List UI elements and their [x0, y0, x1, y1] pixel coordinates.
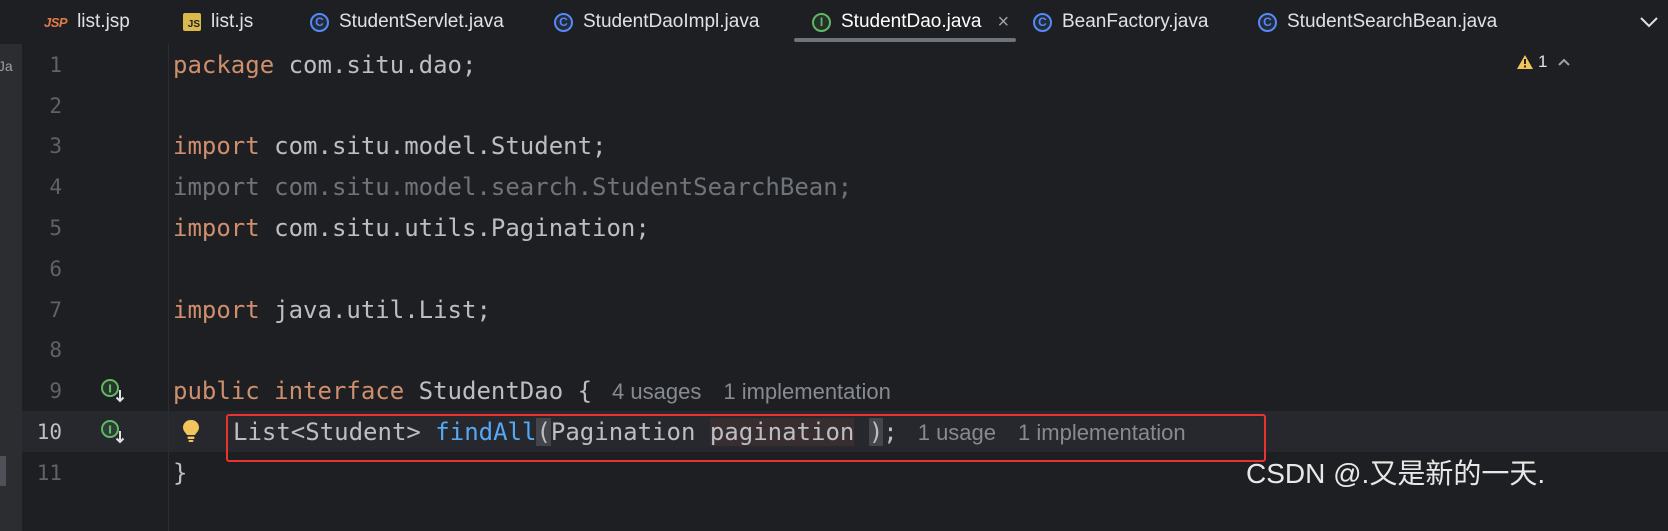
interface-declaration: StudentDao { — [404, 377, 593, 405]
code-line[interactable]: 9 I public interface StudentDao { 4 usage… — [22, 371, 1668, 411]
line-number[interactable]: 10 — [22, 420, 62, 444]
tab-list-jsp[interactable]: JSP list.jsp — [44, 0, 130, 44]
line-number[interactable]: 8 — [22, 338, 62, 362]
svg-text:I: I — [108, 424, 112, 437]
lightbulb-icon[interactable] — [180, 418, 202, 444]
code-line[interactable]: 5 import com.situ.utils.Pagination; — [22, 208, 1668, 248]
implemented-gutter-icon[interactable]: I — [100, 419, 126, 445]
import-path: java.util.List; — [259, 296, 491, 324]
code-line[interactable]: 3 import com.situ.model.Student; — [22, 126, 1668, 166]
code-line[interactable]: 1 package com.situ.dao; — [22, 45, 1668, 85]
keyword: import — [173, 296, 260, 324]
code-text: import java.util.List; — [173, 296, 491, 324]
line-number[interactable]: 9 — [22, 379, 62, 403]
js-file-icon: JS — [183, 13, 201, 31]
class-icon: C — [1033, 12, 1052, 32]
line-number[interactable]: 2 — [22, 94, 62, 118]
class-icon: C — [554, 12, 573, 32]
keyword: public — [173, 377, 260, 405]
close-icon[interactable]: × — [998, 11, 1010, 34]
tab-label: list.jsp — [77, 11, 130, 32]
active-tab-underline — [794, 38, 1016, 42]
line-number[interactable]: 5 — [22, 216, 62, 240]
interface-icon: I — [812, 12, 831, 32]
code-line[interactable]: 6 — [22, 249, 1668, 289]
tab-list-js[interactable]: JS list.js — [183, 0, 253, 44]
tabs-dropdown-button[interactable] — [1630, 0, 1668, 44]
code-line[interactable]: 4 import com.situ.model.search.StudentSe… — [22, 167, 1668, 207]
project-panel-edge: \Ja — [0, 44, 22, 531]
code-line[interactable]: 8 — [22, 330, 1668, 370]
tab-label: list.js — [211, 11, 254, 32]
line-number[interactable]: 4 — [22, 175, 62, 199]
tab-bean-factory[interactable]: C BeanFactory.java — [1033, 0, 1208, 44]
line-number[interactable]: 7 — [22, 298, 62, 322]
import-path: com.situ.model.Student; — [259, 132, 607, 160]
unused-import: import com.situ.model.search.StudentSear… — [173, 173, 853, 201]
import-path: com.situ.utils.Pagination; — [259, 214, 650, 242]
tab-label: BeanFactory.java — [1062, 11, 1209, 32]
svg-text:I: I — [108, 383, 112, 396]
code-line[interactable]: 7 import java.util.List; — [22, 290, 1668, 330]
keyword: package — [173, 51, 275, 79]
tab-student-dao-impl[interactable]: C StudentDaoImpl.java — [554, 0, 759, 44]
code-text: package com.situ.dao; — [173, 51, 476, 79]
line-number[interactable]: 11 — [22, 461, 62, 485]
code-line[interactable]: 2 — [22, 86, 1668, 126]
implemented-gutter-icon[interactable]: I — [100, 378, 126, 404]
implementations-hint[interactable]: 1 implementation — [723, 379, 891, 404]
keyword: interface — [274, 377, 405, 405]
tab-label: StudentSearchBean.java — [1287, 11, 1498, 32]
chevron-down-icon — [1640, 17, 1658, 28]
project-path-fragment: \Ja — [0, 58, 13, 74]
annotation-highlight-box — [226, 414, 1266, 462]
keyword: import — [173, 132, 260, 160]
package-name: com.situ.dao; — [274, 51, 477, 79]
closing-brace: } — [173, 459, 188, 487]
tab-student-search-bean[interactable]: C StudentSearchBean.java — [1258, 0, 1497, 44]
usages-hint[interactable]: 4 usages — [612, 379, 701, 404]
jsp-file-icon: JSP — [44, 14, 68, 30]
tab-label: StudentServlet.java — [339, 11, 504, 32]
code-text: public interface StudentDao { 4 usages 1 i… — [173, 377, 891, 405]
line-number[interactable]: 3 — [22, 134, 62, 158]
keyword: import — [173, 214, 260, 242]
line-number[interactable]: 1 — [22, 53, 62, 77]
code-text: import com.situ.utils.Pagination; — [173, 214, 650, 242]
code-text: import com.situ.model.Student; — [173, 132, 606, 160]
tab-label: StudentDao.java — [841, 11, 982, 32]
panel-scroll-mark — [0, 456, 6, 486]
tab-label: StudentDaoImpl.java — [583, 11, 760, 32]
tab-student-servlet[interactable]: C StudentServlet.java — [310, 0, 504, 44]
line-number[interactable]: 6 — [22, 257, 62, 281]
class-icon: C — [1258, 12, 1277, 32]
editor-tab-bar: JSP list.jsp JS list.js C StudentServlet… — [0, 0, 1668, 45]
class-icon: C — [310, 12, 329, 32]
csdn-watermark: CSDN @.又是新的一天. — [1246, 458, 1546, 489]
